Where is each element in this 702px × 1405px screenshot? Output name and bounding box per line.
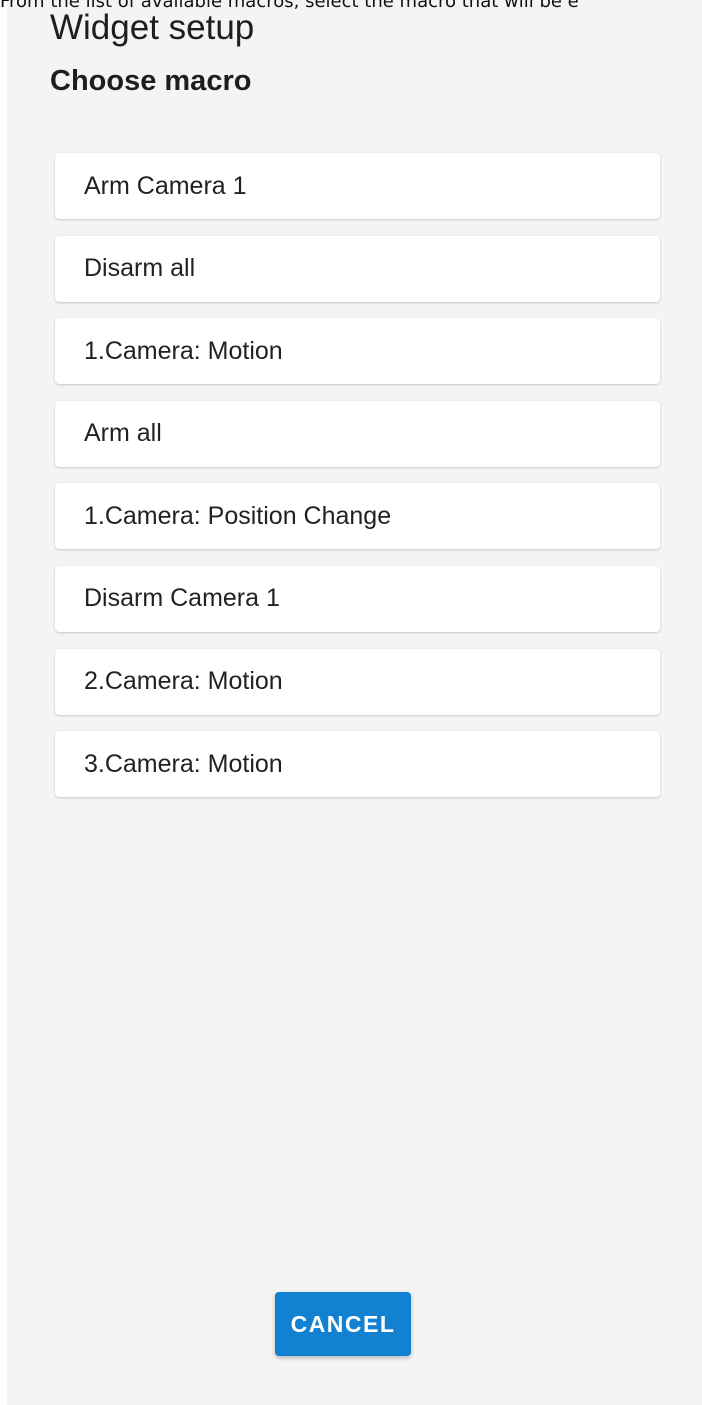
- macro-item-label: 1.Camera: Motion: [84, 336, 283, 365]
- macro-item-label: 2.Camera: Motion: [84, 667, 283, 696]
- macro-item-disarm-all[interactable]: Disarm all: [55, 235, 660, 302]
- macro-item-disarm-camera-1[interactable]: Disarm Camera 1: [55, 565, 660, 632]
- section-subtitle: Choose macro: [50, 65, 252, 97]
- macro-item-label: Arm all: [84, 419, 162, 448]
- widget-setup-screen: Widget setup Choose macro Arm Camera 1 D…: [7, 0, 702, 1405]
- macro-item-label: 1.Camera: Position Change: [84, 501, 392, 530]
- macro-item-arm-all[interactable]: Arm all: [55, 400, 660, 467]
- macro-list: Arm Camera 1 Disarm all 1.Camera: Motion…: [55, 153, 660, 814]
- macro-item-camera-1-position-change[interactable]: 1.Camera: Position Change: [55, 483, 660, 550]
- page: Widget setup Choose macro Arm Camera 1 D…: [0, 0, 702, 1405]
- macro-item-camera-2-motion[interactable]: 2.Camera: Motion: [55, 648, 660, 715]
- macro-item-camera-3-motion[interactable]: 3.Camera: Motion: [55, 731, 660, 798]
- macro-item-label: Disarm all: [84, 254, 196, 283]
- macro-item-label: 3.Camera: Motion: [84, 749, 283, 778]
- macro-item-label: Disarm Camera 1: [84, 584, 280, 613]
- cancel-button[interactable]: CANCEL: [275, 1292, 411, 1356]
- macro-item-camera-1-motion[interactable]: 1.Camera: Motion: [55, 318, 660, 385]
- instruction-caption: From the list of available macros, selec…: [0, 0, 579, 12]
- macro-item-label: Arm Camera 1: [84, 171, 247, 200]
- page-title: Widget setup: [50, 8, 255, 47]
- macro-item-arm-camera-1[interactable]: Arm Camera 1: [55, 153, 660, 219]
